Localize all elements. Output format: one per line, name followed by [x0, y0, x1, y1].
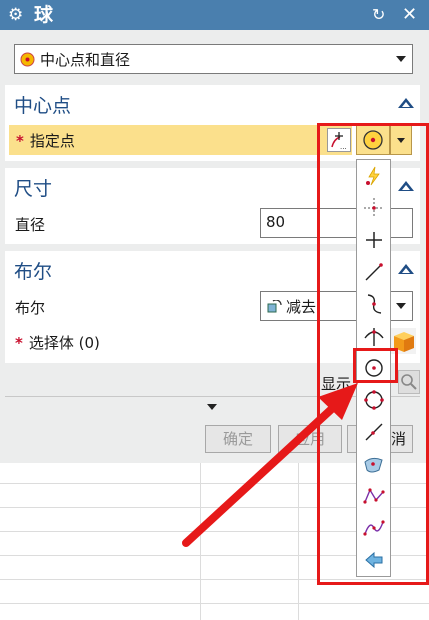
type-select[interactable]: 中心点和直径: [14, 44, 413, 74]
close-icon[interactable]: ✕: [402, 4, 417, 26]
sphere-center-icon: [20, 52, 35, 67]
existing-point-icon[interactable]: [357, 224, 390, 256]
specify-point-row[interactable]: * 指定点: [9, 125, 352, 155]
cursor-location-icon[interactable]: [357, 192, 390, 224]
specify-point-label: 指定点: [29, 132, 75, 150]
chevron-down-icon: [397, 138, 405, 143]
diameter-value: 80: [266, 213, 286, 231]
arc-center-icon: [363, 130, 383, 150]
collapse-size-icon[interactable]: [398, 181, 414, 191]
point-constructor-button[interactable]: ...: [327, 128, 351, 152]
point-type-dropdown-button[interactable]: [390, 125, 412, 155]
collapse-boolean-icon[interactable]: [398, 264, 414, 274]
collapse-center-icon[interactable]: [398, 98, 414, 108]
center-section: 中心点 * 指定点 ...: [5, 85, 420, 161]
between-two-points-icon[interactable]: [357, 480, 390, 512]
gear-icon[interactable]: ⚙: [8, 4, 23, 26]
preview-button[interactable]: [398, 370, 420, 394]
select-body-row[interactable]: * 选择体 (0): [15, 332, 100, 353]
control-point-icon[interactable]: [357, 288, 390, 320]
size-section-title: 尺寸: [14, 178, 53, 200]
reset-icon[interactable]: ↻: [372, 5, 385, 25]
point-type-button[interactable]: [356, 125, 390, 155]
magnifier-icon: [401, 374, 417, 390]
title-bar: ⚙ 球 ↻ ✕: [0, 0, 429, 30]
spline-pole-icon[interactable]: [357, 512, 390, 544]
back-arrow-icon[interactable]: [357, 544, 390, 576]
boolean-label: 布尔: [15, 299, 46, 317]
diameter-label: 直径: [15, 216, 46, 234]
center-section-title: 中心点: [14, 95, 72, 117]
type-select-value: 中心点和直径: [40, 51, 131, 69]
select-body-label: 选择体 (0): [28, 334, 100, 352]
grid-line: [298, 463, 299, 620]
arc-quadrant-icon[interactable]: [357, 384, 390, 416]
point-type-dropdown: [356, 159, 391, 577]
point-on-surface-icon[interactable]: [357, 448, 390, 480]
intersection-point-icon[interactable]: [357, 320, 390, 352]
preview-label: 显示: [321, 375, 352, 393]
required-mark: *: [16, 132, 24, 150]
inferred-point-icon[interactable]: [357, 160, 390, 192]
end-point-icon[interactable]: [357, 256, 390, 288]
grid-line: [0, 603, 429, 604]
boolean-section-title: 布尔: [14, 261, 53, 283]
point-on-curve-icon[interactable]: [357, 416, 390, 448]
chevron-down-icon: [396, 56, 406, 62]
svg-text:...: ...: [340, 143, 347, 151]
ok-button[interactable]: 确定: [205, 425, 271, 453]
more-options-icon[interactable]: [207, 404, 217, 410]
cancel-label: 消: [390, 430, 406, 448]
apply-button[interactable]: 应用: [278, 425, 342, 453]
required-mark: *: [15, 334, 23, 352]
subtract-icon: [267, 300, 282, 313]
point-dialog-icon: ...: [331, 132, 347, 151]
dialog-title: 球: [34, 4, 54, 26]
grid-line: [200, 463, 201, 620]
boolean-value: 减去: [286, 298, 317, 316]
arc-center-icon[interactable]: [357, 352, 390, 384]
grid-line: [0, 579, 429, 580]
chevron-down-icon: [396, 303, 406, 309]
